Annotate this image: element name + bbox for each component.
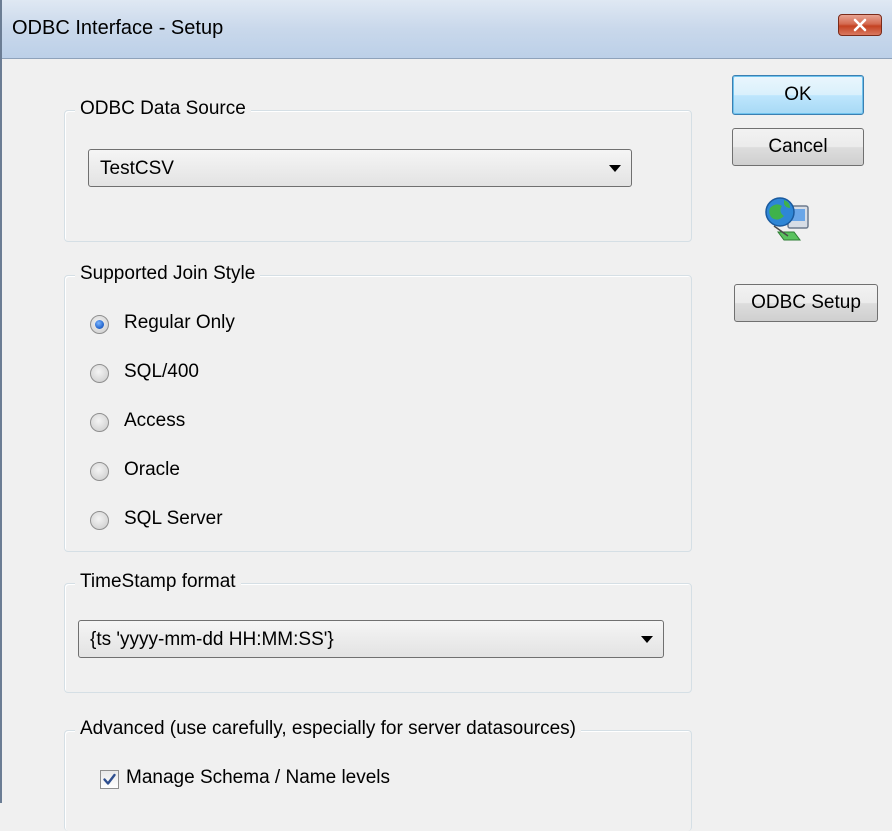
- window-title: ODBC Interface - Setup: [12, 17, 224, 39]
- data-source-value: TestCSV: [100, 158, 174, 179]
- title-bar[interactable]: ODBC Interface - Setup: [2, 0, 892, 59]
- ok-button-label: OK: [784, 84, 812, 105]
- cancel-button-label: Cancel: [768, 136, 828, 157]
- odbc-setup-button[interactable]: ODBC Setup: [734, 284, 878, 322]
- radio-label: SQL Server: [124, 508, 223, 529]
- chevron-down-icon: [609, 165, 621, 172]
- radio-button[interactable]: [90, 462, 109, 481]
- radio-button[interactable]: [90, 413, 109, 432]
- radio-button[interactable]: [90, 511, 109, 530]
- radio-label: Regular Only: [124, 312, 235, 333]
- odbc-setup-dialog: ODBC Interface - Setup ODBC Data Source …: [0, 0, 892, 831]
- cancel-button[interactable]: Cancel: [732, 128, 864, 166]
- timestamp-group-label: TimeStamp format: [75, 571, 241, 593]
- radio-button[interactable]: [90, 364, 109, 383]
- network-globe-icon: [765, 197, 809, 241]
- timestamp-format-value: {ts 'yyyy-mm-dd HH:MM:SS'}: [90, 629, 334, 650]
- close-button[interactable]: [838, 14, 882, 36]
- checkmark-icon: [103, 773, 116, 785]
- radio-label: SQL/400: [124, 361, 199, 382]
- timestamp-format-dropdown[interactable]: {ts 'yyyy-mm-dd HH:MM:SS'}: [78, 620, 664, 658]
- manage-schema-label: Manage Schema / Name levels: [126, 767, 391, 788]
- radio-button[interactable]: [90, 315, 109, 334]
- manage-schema-checkbox[interactable]: [100, 770, 119, 789]
- data-source-group-label: ODBC Data Source: [75, 98, 251, 120]
- ok-button[interactable]: OK: [732, 75, 864, 115]
- chevron-down-icon: [641, 636, 653, 643]
- advanced-group-label: Advanced (use carefully, especially for …: [75, 718, 581, 740]
- radio-label: Oracle: [124, 459, 180, 480]
- radio-label: Access: [124, 410, 186, 431]
- odbc-setup-button-label: ODBC Setup: [751, 292, 861, 313]
- data-source-dropdown[interactable]: TestCSV: [88, 149, 632, 187]
- close-icon: [853, 18, 867, 32]
- join-style-group-label: Supported Join Style: [75, 263, 261, 285]
